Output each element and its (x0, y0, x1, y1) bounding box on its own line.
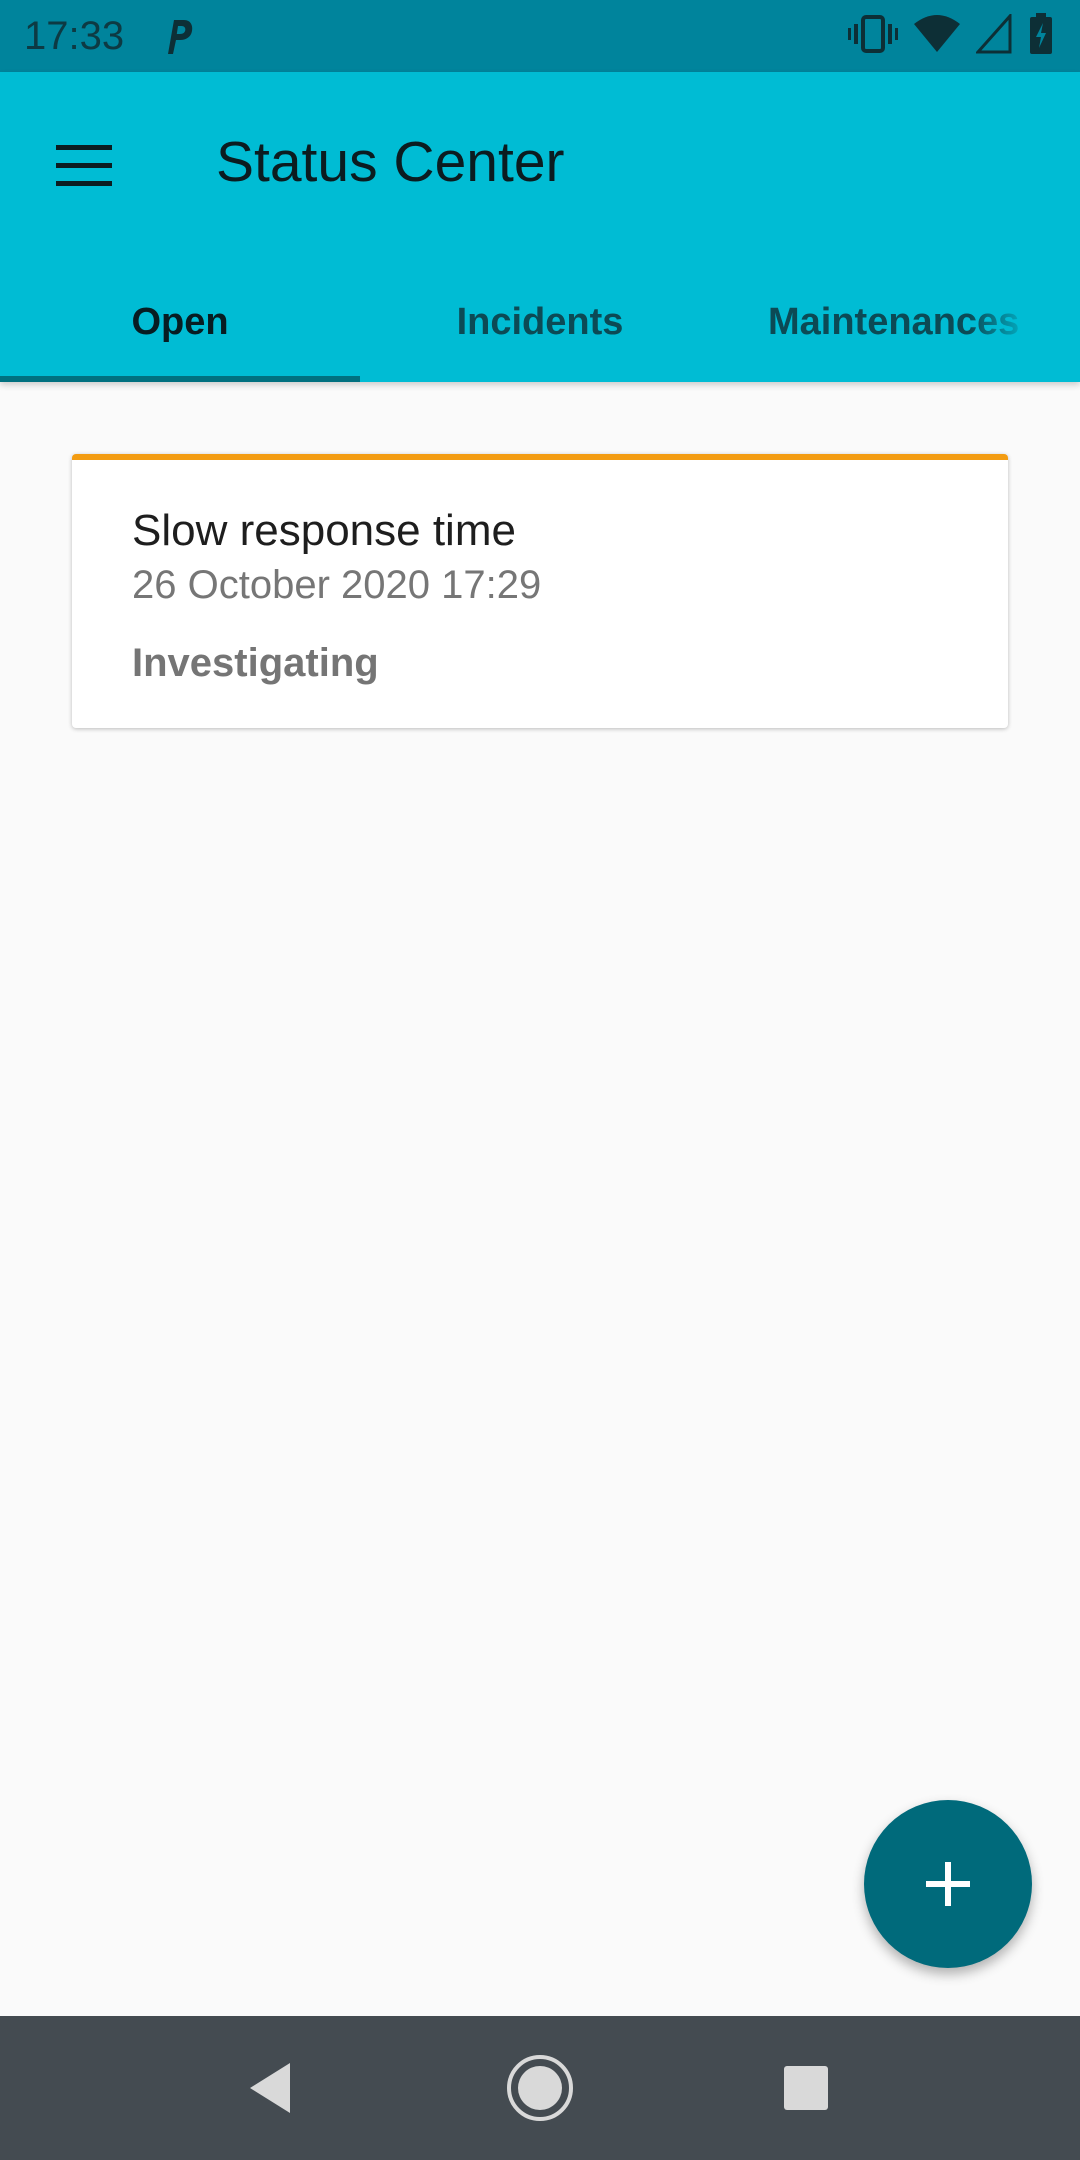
navigation-bar (0, 2016, 1080, 2160)
tab-indicator (0, 376, 360, 382)
incident-title: Slow response time (132, 506, 516, 555)
page-title: Status Center (216, 130, 565, 194)
signal-icon (974, 11, 1012, 59)
home-icon (507, 2055, 573, 2121)
recents-button[interactable] (770, 2052, 842, 2124)
app-bar: Status Center Open Incidents Maintenance… (0, 72, 1080, 382)
menu-icon (56, 145, 112, 186)
incident-date: 26 October 2020 17:29 (132, 563, 542, 607)
status-bar: 17:33 (0, 0, 1080, 72)
incident-status: Investigating (132, 641, 379, 685)
battery-icon (1028, 12, 1054, 60)
home-button[interactable] (504, 2052, 576, 2124)
tab-maintenances[interactable]: Maintenances (720, 262, 1032, 382)
p-app-icon (160, 14, 194, 58)
tab-bar: Open Incidents Maintenances (0, 262, 1080, 382)
incident-card[interactable]: Slow response time 26 October 2020 17:29… (72, 454, 1008, 728)
recents-icon (784, 2066, 828, 2110)
back-icon (250, 2063, 290, 2113)
add-button[interactable] (864, 1800, 1032, 1968)
status-icons (848, 11, 1054, 60)
tab-open[interactable]: Open (0, 262, 360, 382)
status-time: 17:33 (24, 14, 125, 58)
menu-button[interactable] (42, 124, 126, 208)
tab-incidents[interactable]: Incidents (360, 262, 720, 382)
vibrate-icon (848, 14, 898, 59)
wifi-icon (914, 14, 960, 59)
plus-icon (926, 1862, 970, 1906)
back-button[interactable] (234, 2052, 306, 2124)
